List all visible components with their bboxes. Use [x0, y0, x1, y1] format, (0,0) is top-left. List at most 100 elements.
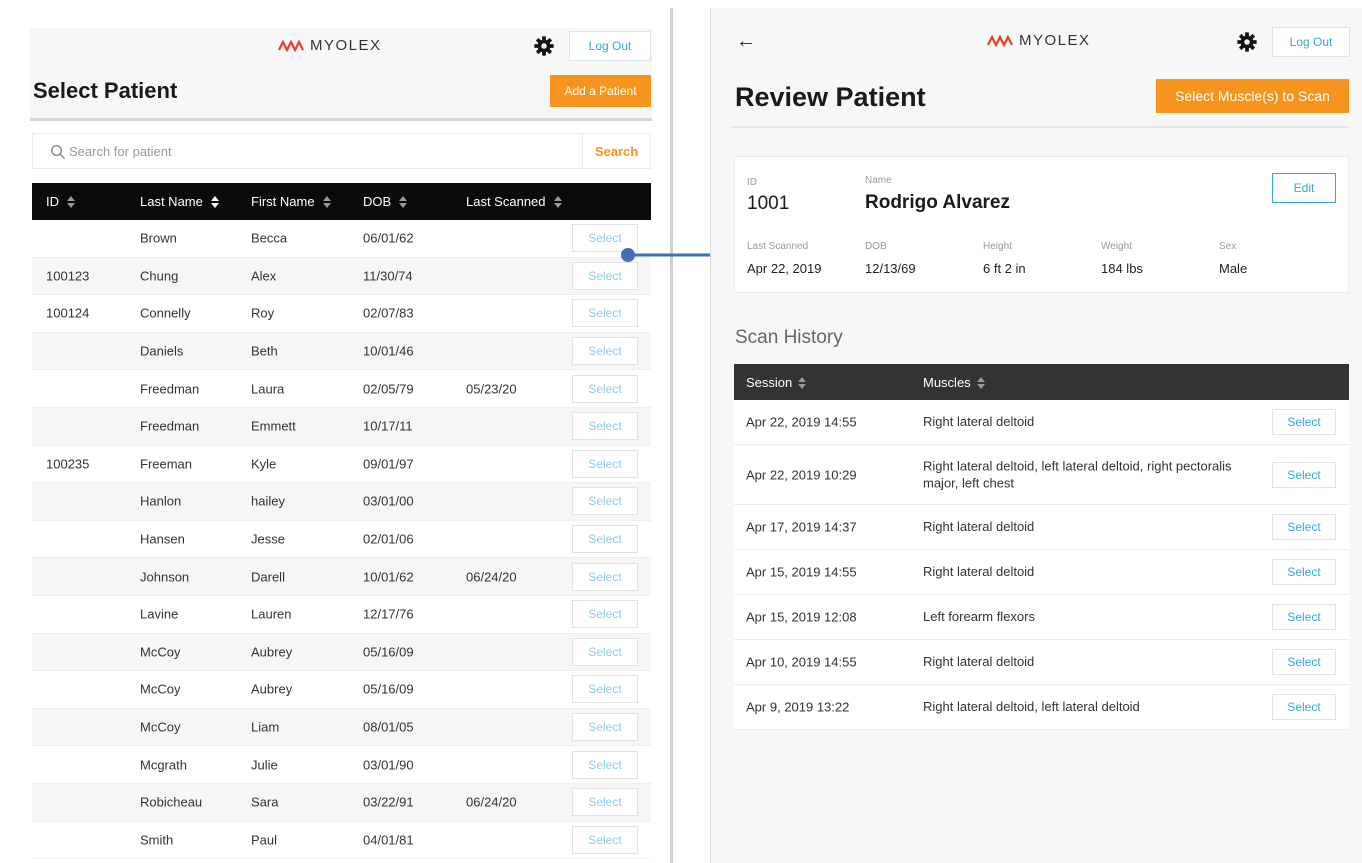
select-session-button[interactable]: Select — [1272, 649, 1336, 675]
search-input[interactable] — [69, 134, 569, 168]
muscles-cell: Left forearm flexors — [923, 609, 1035, 625]
select-patient-button[interactable]: Select — [572, 337, 638, 366]
myolex-wave-icon — [987, 34, 1013, 47]
select-patient-button[interactable]: Select — [572, 713, 638, 742]
add-patient-button[interactable]: Add a Patient — [550, 75, 651, 107]
back-arrow-icon[interactable]: ← — [736, 31, 756, 51]
dob-cell: 03/01/90 — [363, 757, 414, 773]
first-name-cell: Lauren — [251, 606, 292, 622]
muscles-cell: Right lateral deltoid, left lateral delt… — [923, 457, 1232, 491]
brand-logo: MYOLEX — [278, 37, 382, 54]
column-header-last-name[interactable]: Last Name — [140, 194, 219, 209]
select-session-button[interactable]: Select — [1272, 604, 1336, 630]
name-label: Name — [865, 175, 892, 186]
select-session-button[interactable]: Select — [1272, 514, 1336, 540]
last-name-cell: Chung — [140, 268, 179, 284]
last-scanned-label: Last Scanned — [747, 241, 809, 252]
dob-cell: 05/16/09 — [363, 644, 414, 660]
first-name-cell: Liam — [251, 719, 280, 735]
table-row: Johnson Darell 10/01/62 06/24/20 Select — [32, 558, 651, 596]
scan-history-table: Session Muscles Apr 22, 2019 14:55 Right … — [734, 364, 1349, 730]
weight-label: Weight — [1101, 241, 1132, 252]
first-name-cell: Emmett — [251, 418, 296, 434]
table-row: McCoy Aubrey 05/16/09 Select — [32, 633, 651, 672]
select-session-button[interactable]: Select — [1272, 559, 1336, 585]
dob-cell: 10/01/62 — [363, 569, 414, 585]
select-muscles-button[interactable]: Select Muscle(s) to Scan — [1156, 79, 1349, 113]
column-header-id[interactable]: ID — [46, 194, 75, 209]
last-name-cell: Freeman — [140, 456, 193, 472]
select-patient-button[interactable]: Select — [572, 600, 638, 629]
select-patient-screen: MYOLEX Log Out Select Patient Add a Pati… — [0, 0, 672, 863]
select-patient-button[interactable]: Select — [572, 374, 638, 403]
table-row: Robicheau Sara 03/22/91 06/24/20 Select — [32, 783, 651, 822]
panel-divider — [670, 8, 673, 863]
session-cell: Apr 22, 2019 10:29 — [746, 467, 857, 482]
sort-icon — [210, 195, 219, 208]
column-header-last-scanned[interactable]: Last Scanned — [466, 194, 562, 209]
table-row: McCoy Aubrey 05/16/09 Select — [32, 671, 651, 709]
first-name-cell: Sara — [251, 794, 279, 810]
dob-cell: 09/01/97 — [363, 456, 414, 472]
dob-cell: 10/01/46 — [363, 343, 414, 359]
select-patient-button[interactable]: Select — [572, 788, 638, 817]
muscles-cell: Right lateral deltoid — [923, 519, 1035, 535]
last-name-cell: Hansen — [140, 531, 185, 547]
select-session-button[interactable]: Select — [1272, 409, 1336, 435]
column-header-dob[interactable]: DOB — [363, 194, 408, 209]
first-name-cell: Darell — [251, 569, 285, 585]
patient-id: 1001 — [747, 193, 790, 214]
session-cell: Apr 22, 2019 14:55 — [746, 414, 857, 430]
dob-label: DOB — [865, 241, 887, 252]
table-row: Apr 17, 2019 14:37 Right lateral deltoid S… — [734, 505, 1349, 550]
select-patient-button[interactable]: Select — [572, 487, 638, 516]
first-name-cell: Laura — [251, 381, 285, 397]
select-patient-button[interactable]: Select — [572, 412, 638, 441]
dob-cell: 04/01/81 — [363, 832, 414, 848]
last-name-cell: McCoy — [140, 719, 181, 735]
column-header-muscles[interactable]: Muscles — [923, 375, 985, 390]
table-row: Apr 22, 2019 14:55 Right lateral deltoid S… — [734, 400, 1349, 445]
select-patient-button[interactable]: Select — [572, 261, 638, 290]
select-patient-button[interactable]: Select — [572, 750, 638, 779]
last-scanned-cell: 05/23/20 — [466, 381, 517, 397]
table-row: McCoy Liam 08/01/05 Select — [32, 708, 651, 747]
session-cell: Apr 15, 2019 14:55 — [746, 564, 857, 580]
first-name-cell: Paul — [251, 832, 278, 848]
muscles-cell: Right lateral deltoid — [923, 654, 1035, 670]
search-icon — [50, 144, 65, 159]
select-patient-button[interactable]: Select — [572, 637, 638, 666]
first-name-cell: Becca — [251, 230, 288, 246]
select-patient-button[interactable]: Select — [572, 525, 638, 554]
edit-button[interactable]: Edit — [1272, 173, 1336, 203]
table-row: Apr 15, 2019 12:08 Left forearm flexors Se… — [734, 595, 1349, 640]
brand-logo: MYOLEX — [987, 32, 1091, 49]
last-name-cell: Daniels — [140, 343, 184, 359]
last-name-cell: Brown — [140, 230, 177, 246]
first-name-cell: Alex — [251, 268, 277, 284]
dob-cell: 02/05/79 — [363, 381, 414, 397]
select-patient-button[interactable]: Select — [572, 825, 638, 854]
page-title: Review Patient — [735, 82, 926, 112]
gear-icon[interactable] — [533, 35, 555, 57]
last-name-cell: Smith — [140, 832, 174, 848]
gear-icon[interactable] — [1236, 31, 1258, 53]
column-header-first-name[interactable]: First Name — [251, 194, 331, 209]
select-session-button[interactable]: Select — [1272, 694, 1336, 720]
logout-button[interactable]: Log Out — [569, 31, 651, 61]
column-header-session[interactable]: Session — [746, 375, 807, 390]
dob-cell: 12/17/76 — [363, 606, 414, 622]
select-patient-button[interactable]: Select — [572, 449, 638, 478]
last-name-cell: Hanlon — [140, 493, 182, 509]
last-name-cell: Johnson — [140, 569, 190, 585]
table-row: 100123 Chung Alex 11/30/74 Select — [32, 257, 651, 296]
session-cell: Apr 17, 2019 14:37 — [746, 519, 857, 535]
search-button[interactable]: Search — [582, 134, 650, 168]
select-patient-button[interactable]: Select — [572, 675, 638, 704]
logout-button[interactable]: Log Out — [1272, 27, 1350, 57]
select-patient-button[interactable]: Select — [572, 562, 638, 591]
table-row: Apr 15, 2019 14:55 Right lateral deltoid S… — [734, 550, 1349, 595]
select-session-button[interactable]: Select — [1272, 461, 1336, 488]
dob-cell: 05/16/09 — [363, 681, 414, 697]
select-patient-button[interactable]: Select — [572, 299, 638, 328]
